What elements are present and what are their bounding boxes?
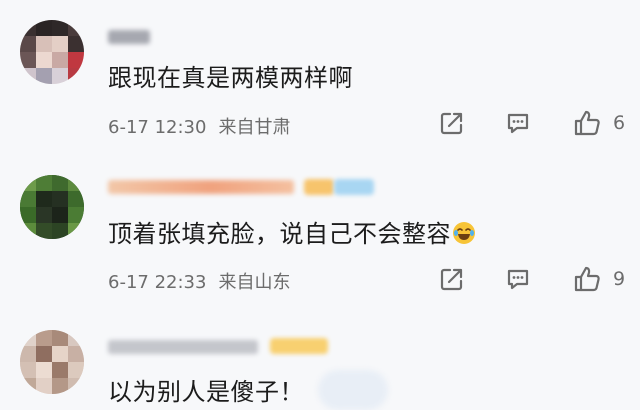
avatar[interactable] bbox=[20, 330, 84, 394]
comment-item: 顶着张填充脸，说自己不会整容 6-17 22:33 来自山东 9 bbox=[0, 160, 640, 310]
user-badge-blurred bbox=[270, 338, 328, 354]
comment-date: 6-17 12:30 bbox=[108, 117, 207, 138]
comment-location: 来自甘肃 bbox=[218, 117, 291, 138]
like-count: 9 bbox=[613, 268, 626, 290]
decorative-bubble bbox=[318, 370, 388, 410]
comment-meta: 6-17 12:30 来自甘肃 bbox=[108, 113, 290, 139]
avatar[interactable] bbox=[20, 175, 84, 239]
username-blurred[interactable] bbox=[108, 30, 150, 44]
user-badge-blurred bbox=[304, 179, 334, 195]
comment-location: 来自山东 bbox=[218, 272, 291, 293]
comment-date: 6-17 22:33 bbox=[108, 272, 207, 293]
comment-meta: 6-17 22:33 来自山东 bbox=[108, 268, 290, 294]
username-blurred[interactable] bbox=[108, 180, 294, 194]
comment-icon[interactable] bbox=[505, 266, 531, 292]
avatar[interactable] bbox=[20, 20, 84, 84]
user-badge-blurred bbox=[334, 179, 374, 195]
thumbs-up-icon[interactable] bbox=[572, 264, 602, 294]
thumbs-up-icon[interactable] bbox=[572, 108, 602, 138]
comment-item: 跟现在真是两模两样啊 6-17 12:30 来自甘肃 6 bbox=[0, 0, 640, 160]
comment-icon[interactable] bbox=[505, 110, 531, 136]
share-icon[interactable] bbox=[439, 110, 465, 136]
comment-text: 顶着张填充脸，说自己不会整容 bbox=[108, 214, 475, 249]
comment-text-content: 顶着张填充脸，说自己不会整容 bbox=[108, 220, 451, 248]
like-count: 6 bbox=[613, 112, 626, 134]
comment-text: 跟现在真是两模两样啊 bbox=[108, 64, 353, 92]
username-blurred[interactable] bbox=[108, 340, 258, 354]
laughing-tears-emoji bbox=[453, 222, 475, 244]
share-icon[interactable] bbox=[439, 266, 465, 292]
comment-item: 以为别人是傻子！ bbox=[0, 310, 640, 410]
